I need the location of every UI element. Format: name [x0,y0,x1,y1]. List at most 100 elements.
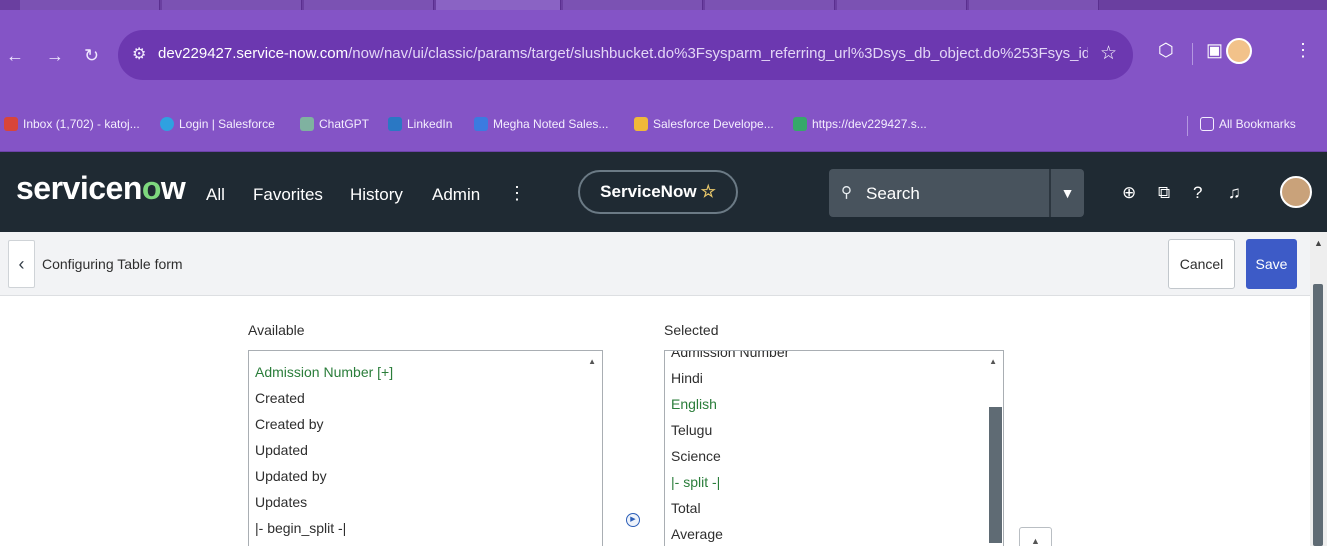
list-item[interactable]: |- begin_split -| [249,515,602,541]
bookmark-star-icon[interactable]: ☆ [1100,42,1117,65]
bookmark-item[interactable]: https://dev229427.s... [793,117,927,131]
selected-label: Selected [664,322,719,338]
browser-tab-strip [0,0,1327,10]
bookmark-item[interactable]: Megha Noted Sales... [474,117,608,131]
browser-tab[interactable] [705,0,835,10]
page-scrollbar[interactable]: ▲ [1310,232,1327,546]
list-item[interactable]: Admission Number [+] [249,359,602,385]
scroll-up-arrow-icon[interactable]: ▲ [588,357,596,366]
bookmark-item[interactable]: Salesforce Develope... [634,117,774,131]
bookmark-item[interactable]: ChatGPT [300,117,369,131]
bookmark-label: https://dev229427.s... [812,117,927,131]
list-item[interactable]: Created [249,385,602,411]
logo-o: o [141,170,162,206]
list-item[interactable]: Average [665,521,1003,546]
globe-icon[interactable]: ⊕ [1122,183,1136,203]
url-path: /now/nav/ui/classic/params/target/slushb… [348,45,1088,62]
gmail-icon [4,117,18,131]
list-item[interactable]: English [665,391,1003,417]
list-item[interactable]: Created by [249,411,602,437]
browser-tab[interactable] [304,0,434,10]
list-item[interactable]: Science [665,443,1003,469]
list-item[interactable]: Total [665,495,1003,521]
browser-tab-active[interactable] [436,0,561,10]
add-field-button[interactable]: ▶ [626,513,640,527]
list-item[interactable]: Hindi [665,365,1003,391]
url-host: dev229427.service-now.com [158,45,349,62]
notification-bell-icon[interactable]: ♫ [1228,183,1241,203]
search-scope-dropdown[interactable]: ▼ [1049,169,1084,217]
docs-icon [474,117,488,131]
servicenow-icon [793,117,807,131]
browser-tab[interactable] [563,0,703,10]
logo-text-end: w [160,170,186,206]
toolbar-separator [1192,43,1193,65]
search-placeholder: Search [866,184,920,203]
bookmark-label: Login | Salesforce [179,117,275,131]
bookmarks-separator [1187,116,1188,136]
url-text[interactable]: dev229427.service-now.com/now/nav/ui/cla… [158,45,1088,62]
logo-text: servicen [16,170,142,206]
move-up-button[interactable]: ▲ [1019,527,1052,546]
workspace-pill-label: ServiceNow [600,182,697,201]
browser-tab[interactable] [20,0,160,10]
browser-tab[interactable] [837,0,967,10]
browser-tab[interactable] [969,0,1099,10]
side-panel-icon[interactable]: ▣ [1206,40,1223,61]
address-bar[interactable]: ⚙ dev229427.service-now.com/now/nav/ui/c… [118,30,1133,80]
list-item[interactable]: Updated [249,437,602,463]
nav-all[interactable]: All [206,185,225,205]
screen: ← → ↻ ⚙ dev229427.service-now.com/now/na… [0,0,1327,546]
site-settings-icon[interactable]: ⚙ [132,44,146,64]
salesforce-icon [160,117,174,131]
available-list[interactable]: Admission Number [+] Created Created by … [248,350,603,546]
bookmark-label: ChatGPT [319,117,370,131]
page-scrollbar-thumb[interactable] [1313,284,1323,546]
extensions-icon[interactable]: ⬡ [1158,40,1174,61]
more-menu-icon[interactable]: ⋮ [508,183,526,204]
form-title: Configuring Table form [42,256,183,272]
global-search[interactable]: ⚲ Search ▼ [829,169,1084,217]
list-item[interactable]: Updated by [249,463,602,489]
all-bookmarks[interactable]: All Bookmarks [1200,117,1296,131]
cancel-button[interactable]: Cancel [1168,239,1235,289]
bookmark-item[interactable]: Inbox (1,702) - katoj... [4,117,140,131]
back-arrow-icon[interactable]: ← [6,46,24,67]
nav-favorites[interactable]: Favorites [253,185,323,205]
profile-avatar[interactable] [1226,38,1252,64]
servicenow-logo[interactable]: servicenow [16,170,186,207]
available-label: Available [248,322,305,338]
save-button[interactable]: Save [1246,239,1297,289]
bookmark-label: Megha Noted Sales... [493,117,609,131]
browser-tab[interactable] [162,0,302,10]
list-item[interactable]: |- split -| [665,469,1003,495]
list-scrollbar-thumb[interactable] [989,407,1002,543]
reload-icon[interactable]: ↻ [84,46,99,67]
scroll-up-arrow-icon[interactable]: ▲ [1314,238,1323,248]
scroll-up-arrow-icon[interactable]: ▲ [989,357,997,366]
bookmark-label: Inbox (1,702) - katoj... [23,117,140,131]
bookmark-item[interactable]: Login | Salesforce [160,117,275,131]
selected-list[interactable]: Admission Number Hindi English Telugu Sc… [664,350,1004,546]
help-icon[interactable]: ? [1193,183,1202,203]
linkedin-icon [388,117,402,131]
back-button[interactable]: ‹ [8,240,35,288]
forward-arrow-icon[interactable]: → [46,46,64,67]
list-item[interactable]: Telugu [665,417,1003,443]
bookmarks-bar: Inbox (1,702) - katoj... Login | Salesfo… [0,100,1327,152]
servicenow-header: servicenow All Favorites History Admin ⋮… [0,152,1327,232]
list-item[interactable]: Updates [249,489,602,515]
workspace-pill[interactable]: ServiceNow ☆ [578,170,738,214]
search-icon: ⚲ [841,184,852,201]
bookmark-label: LinkedIn [407,117,453,131]
menu-kebab-icon[interactable]: ⋮ [1294,40,1312,61]
browser-toolbar: ← → ↻ ⚙ dev229427.service-now.com/now/na… [0,10,1327,100]
bookmark-item[interactable]: LinkedIn [388,117,452,131]
chatgpt-icon [300,117,314,131]
user-avatar[interactable] [1280,176,1312,208]
all-bookmarks-label: All Bookmarks [1219,117,1296,131]
chat-icon[interactable]: ⧉ [1158,183,1170,203]
nav-admin[interactable]: Admin [432,185,480,205]
list-item[interactable]: Admission Number [665,351,1003,365]
nav-history[interactable]: History [350,185,403,205]
